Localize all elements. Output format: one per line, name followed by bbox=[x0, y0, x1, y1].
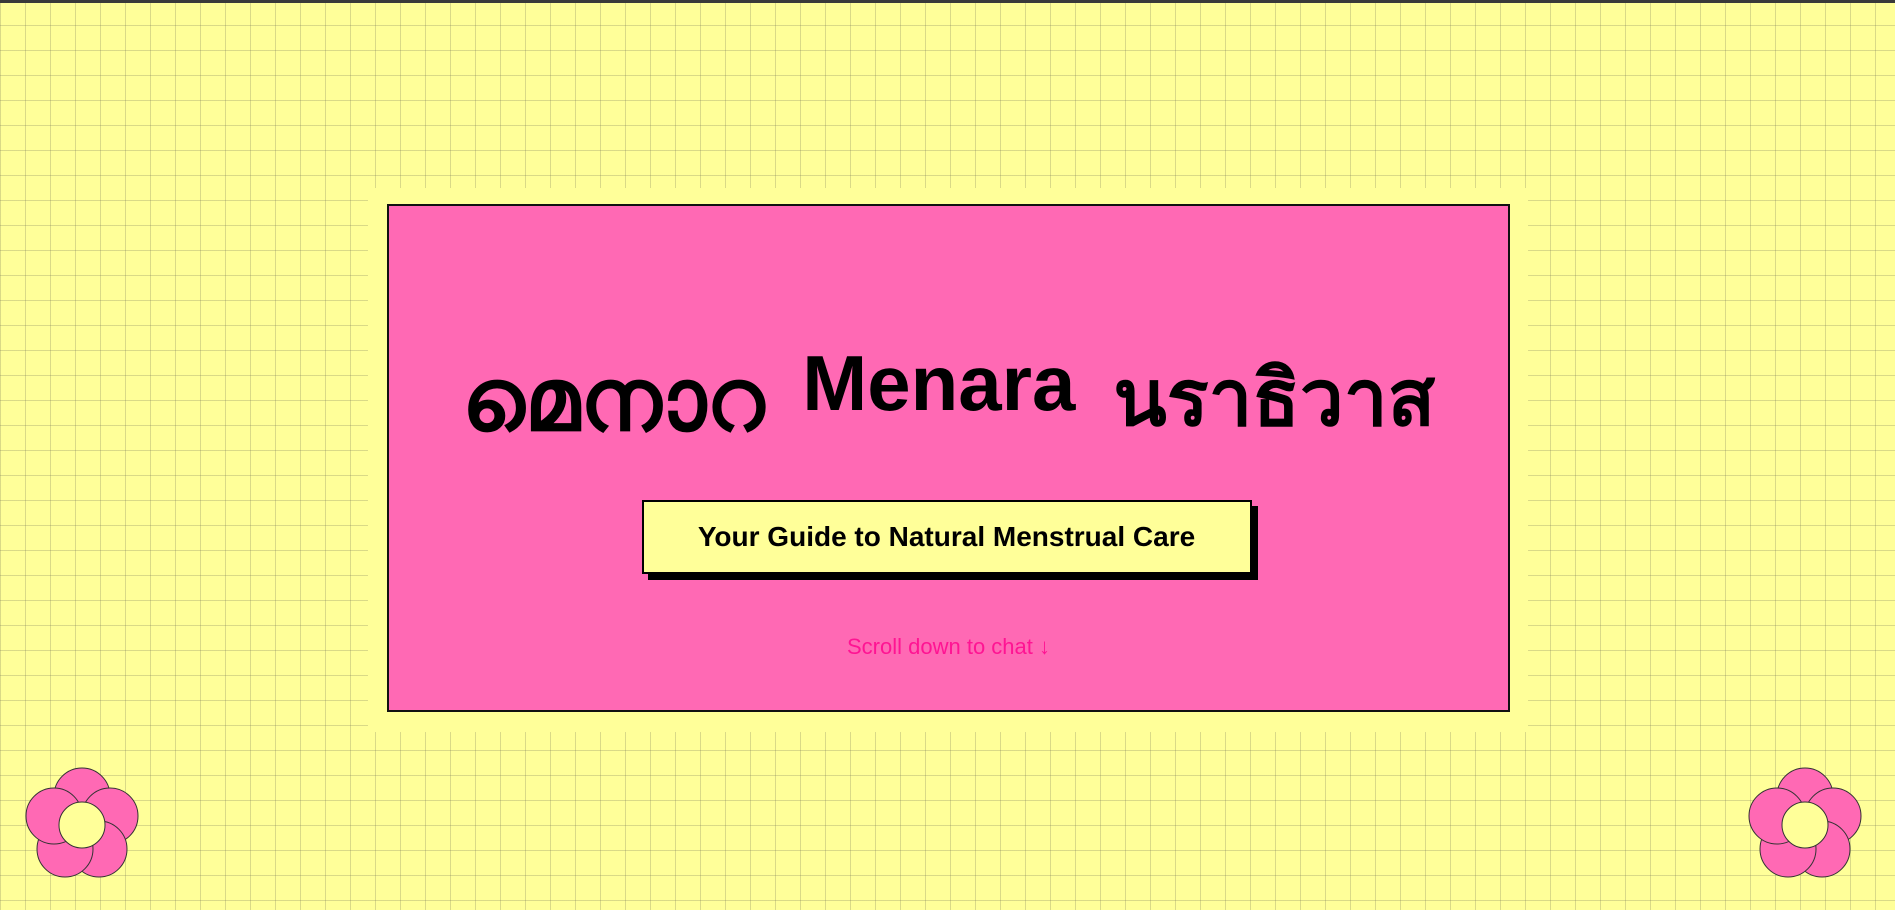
hero-subtitle: Your Guide to Natural Menstrual Care bbox=[641, 500, 1252, 574]
title-thai: นราธิวาส bbox=[1113, 354, 1436, 444]
title-english: Menara bbox=[802, 339, 1076, 427]
scroll-down-link[interactable]: Scroll down to chat ↓ bbox=[389, 634, 1508, 660]
flower-icon bbox=[25, 767, 139, 878]
hero-banner: മെനാറ Menara นราธิวาส Your Guide to Natu… bbox=[387, 204, 1510, 712]
title-malayalam: മെനാറ bbox=[461, 348, 765, 451]
top-border bbox=[0, 0, 1895, 3]
hero-title: മെനാറ Menara นราธิวาส bbox=[389, 314, 1508, 444]
flower-icon bbox=[1748, 767, 1862, 878]
subtitle-wrapper: Your Guide to Natural Menstrual Care bbox=[389, 500, 1508, 574]
